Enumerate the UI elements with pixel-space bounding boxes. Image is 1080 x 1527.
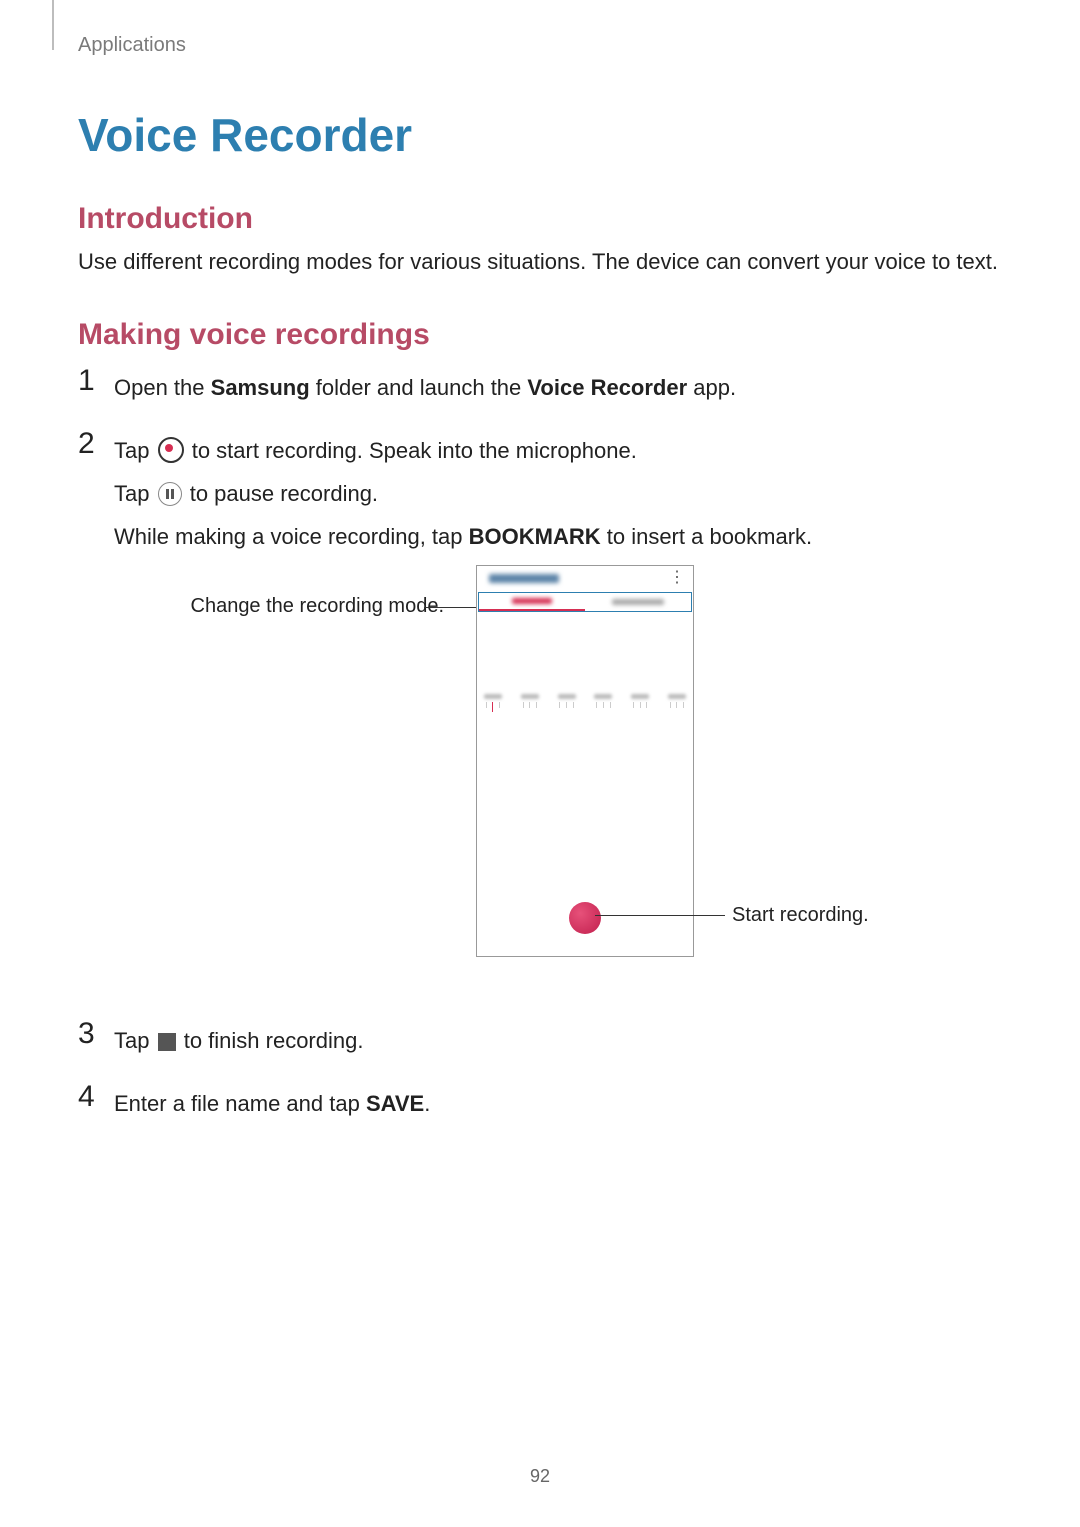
callout-line — [424, 607, 478, 608]
bold-text: Samsung — [211, 375, 310, 400]
text: Tap — [114, 1028, 156, 1053]
text: folder and launch the — [310, 375, 528, 400]
stop-icon — [158, 1033, 176, 1051]
text: Enter a file name and tap — [114, 1091, 366, 1116]
text: app. — [687, 375, 736, 400]
bold-text: BOOKMARK — [469, 524, 601, 549]
text: to start recording. Speak into the micro… — [186, 438, 637, 463]
intro-body: Use different recording modes for variou… — [78, 246, 1002, 278]
tab-label-blur — [612, 599, 664, 605]
record-button — [569, 902, 601, 934]
section-heading-making: Making voice recordings — [78, 318, 1002, 352]
mode-tab-active — [479, 593, 585, 611]
step-2: Tap to start recording. Speak into the m… — [78, 433, 1002, 995]
step-2-line-1: Tap to start recording. Speak into the m… — [114, 433, 1002, 468]
phone-screenshot: ⋮ — [476, 565, 694, 957]
text: to insert a bookmark. — [601, 524, 813, 549]
step-1: Open the Samsung folder and launch the V… — [78, 370, 1002, 405]
text: . — [424, 1091, 430, 1116]
text: Tap — [114, 481, 156, 506]
bold-text: Voice Recorder — [527, 375, 687, 400]
callout-change-mode: Change the recording mode. — [114, 595, 444, 618]
step-4: Enter a file name and tap SAVE. — [78, 1086, 1002, 1121]
page-number: 92 — [0, 1466, 1080, 1487]
tab-label-blur — [512, 598, 552, 604]
section-heading-introduction: Introduction — [78, 202, 1002, 236]
step-1-text: Open the Samsung folder and launch the V… — [114, 370, 1002, 405]
callout-start-recording: Start recording. — [732, 904, 869, 927]
text: Open the — [114, 375, 211, 400]
step-2-line-2: Tap to pause recording. — [114, 476, 1002, 511]
app-title-blur — [489, 574, 559, 583]
timeline-ruler — [483, 694, 687, 718]
figure: Change the recording mode. ⋮ — [114, 565, 1002, 995]
record-icon — [158, 437, 184, 463]
text: While making a voice recording, tap — [114, 524, 469, 549]
breadcrumb: Applications — [78, 34, 186, 57]
bold-text: SAVE — [366, 1091, 424, 1116]
text: Tap — [114, 438, 156, 463]
text: to finish recording. — [178, 1028, 364, 1053]
mode-tabs — [478, 592, 692, 612]
more-icon: ⋮ — [669, 570, 685, 586]
phone-titlebar: ⋮ — [477, 566, 693, 592]
pause-icon — [158, 482, 182, 506]
step-3-text: Tap to finish recording. — [114, 1023, 1002, 1058]
step-3: Tap to finish recording. — [78, 1023, 1002, 1058]
corner-rule — [52, 0, 54, 50]
callout-line — [595, 915, 725, 916]
step-4-text: Enter a file name and tap SAVE. — [114, 1086, 1002, 1121]
step-2-line-3: While making a voice recording, tap BOOK… — [114, 519, 1002, 554]
text: to pause recording. — [184, 481, 378, 506]
page-title: Voice Recorder — [78, 0, 1002, 162]
mode-tab — [585, 593, 691, 611]
